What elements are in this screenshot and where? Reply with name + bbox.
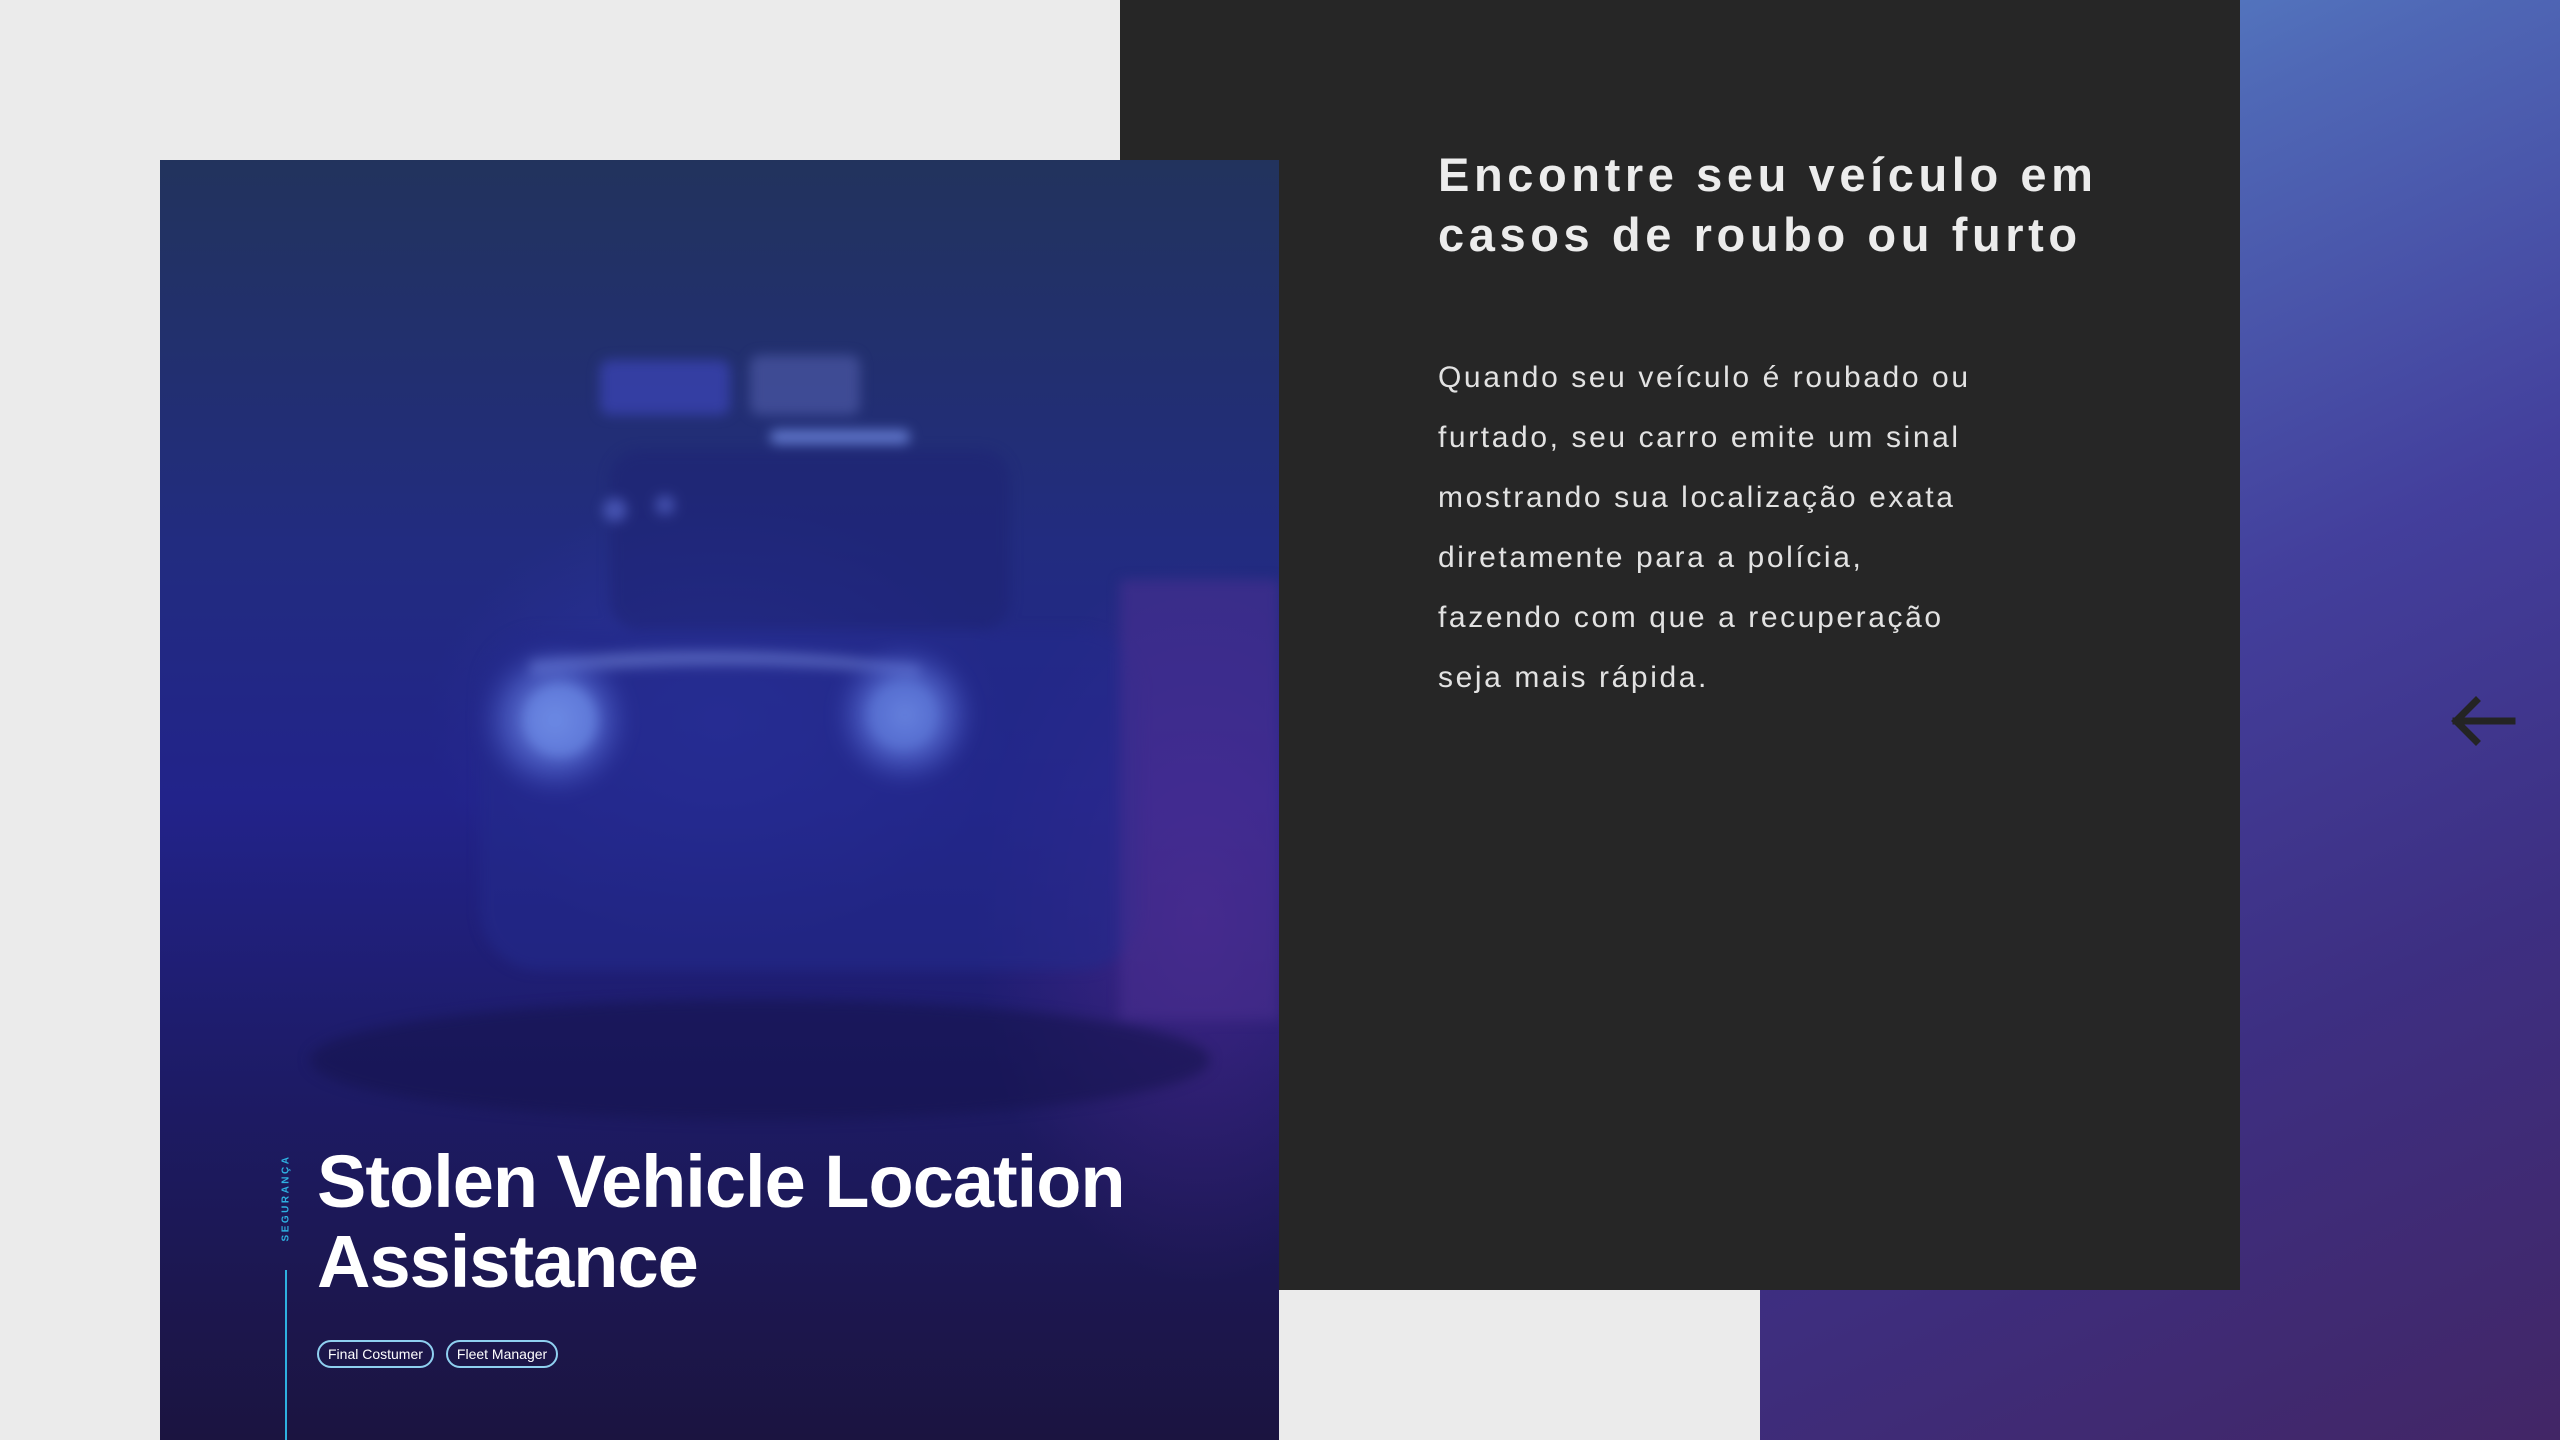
category-label: SEGURANÇA	[280, 1154, 292, 1242]
feature-card[interactable]: SEGURANÇA Stolen Vehicle Location Assist…	[160, 160, 1279, 1440]
audience-tags: Final Costumer Fleet Manager	[317, 1340, 559, 1368]
slide-description: Quando seu veículo é roubado ou furtado,…	[1438, 361, 1971, 694]
card-title: Stolen Vehicle Location Assistance	[317, 1140, 1126, 1303]
arrow-left-icon[interactable]	[2448, 696, 2516, 746]
tag-fleet-manager[interactable]: Fleet Manager	[445, 1340, 559, 1368]
tag-final-costumer[interactable]: Final Costumer	[317, 1340, 434, 1368]
slide-heading: Encontre seu veículo em casos de roubo o…	[1438, 148, 2098, 261]
category-divider	[285, 1270, 287, 1440]
